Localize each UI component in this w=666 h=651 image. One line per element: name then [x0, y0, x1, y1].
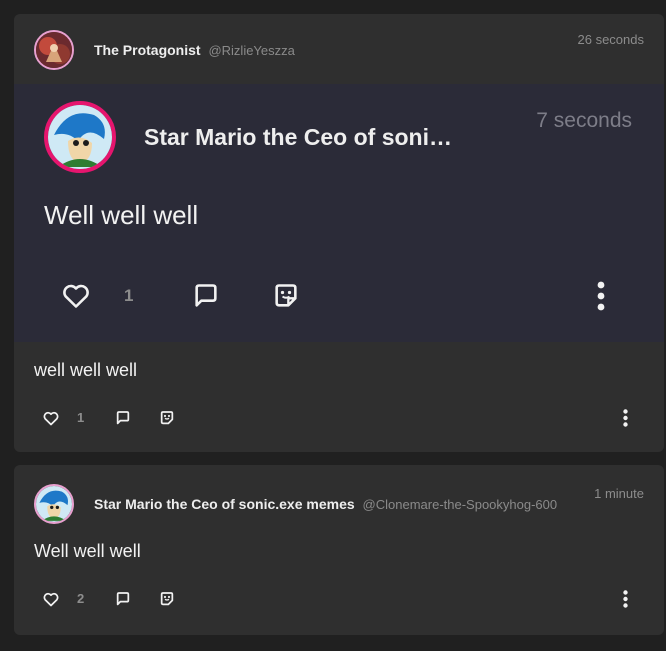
post-text: Well well well: [34, 541, 141, 561]
vertical-dots-icon: [622, 590, 628, 608]
post-feed: The Protagonist @RizlieYeszza 26 seconds…: [0, 0, 666, 651]
more-options-button[interactable]: [618, 408, 632, 428]
more-options-button[interactable]: [590, 280, 612, 312]
quoted-post[interactable]: Star Mario the Ceo of soni… 7 seconds We…: [14, 84, 664, 342]
author-handle[interactable]: @Clonemare-the-Spookyhog-600: [363, 497, 558, 512]
post-header: Star Mario the Ceo of sonic.exe memes @C…: [94, 496, 557, 512]
quoted-post-actions: 1: [14, 280, 664, 312]
sticker-icon: [159, 591, 175, 607]
post-card[interactable]: Star Mario the Ceo of sonic.exe memes @C…: [14, 465, 664, 635]
post-timestamp[interactable]: 1 minute: [594, 486, 644, 501]
post-timestamp[interactable]: 26 seconds: [578, 32, 645, 47]
author-display-name[interactable]: The Protagonist: [94, 42, 201, 58]
sticker-icon: [159, 410, 175, 426]
heart-icon: [43, 592, 59, 607]
post-card[interactable]: The Protagonist @RizlieYeszza 26 seconds…: [14, 14, 664, 452]
post-actions: 1: [14, 406, 664, 430]
vertical-dots-icon: [597, 281, 605, 311]
reply-button[interactable]: [114, 409, 132, 427]
vertical-dots-icon: [622, 409, 628, 427]
like-button[interactable]: [42, 409, 60, 427]
speech-bubble-icon: [115, 591, 131, 607]
like-button[interactable]: [60, 282, 92, 310]
like-count: 2: [77, 591, 85, 606]
more-options-button[interactable]: [618, 589, 632, 609]
post-text: well well well: [34, 360, 138, 380]
reply-button[interactable]: [190, 282, 222, 310]
heart-icon: [43, 411, 59, 426]
like-count: 1: [124, 286, 134, 305]
quoted-author-avatar[interactable]: [44, 101, 116, 173]
speech-bubble-icon: [192, 282, 220, 310]
post-header: The Protagonist @RizlieYeszza: [94, 42, 295, 58]
speech-bubble-icon: [115, 410, 131, 426]
like-button[interactable]: [42, 590, 60, 608]
sticker-icon: [272, 282, 300, 310]
quote-button[interactable]: [270, 281, 302, 311]
quoted-author-display-name[interactable]: Star Mario the Ceo of soni…: [144, 124, 452, 150]
reply-button[interactable]: [114, 590, 132, 608]
author-handle[interactable]: @RizlieYeszza: [208, 43, 294, 58]
quote-button[interactable]: [158, 590, 176, 608]
author-display-name[interactable]: Star Mario the Ceo of sonic.exe memes: [94, 496, 355, 512]
quoted-post-text: Well well well: [44, 200, 199, 230]
like-count: 1: [77, 410, 85, 425]
heart-icon: [62, 283, 90, 309]
quote-button[interactable]: [158, 409, 176, 427]
quoted-post-timestamp[interactable]: 7 seconds: [536, 109, 632, 133]
quoted-post-header: Star Mario the Ceo of soni…: [144, 124, 452, 151]
author-avatar[interactable]: [34, 484, 74, 524]
author-avatar[interactable]: [34, 30, 74, 70]
post-actions: 2: [14, 587, 664, 611]
